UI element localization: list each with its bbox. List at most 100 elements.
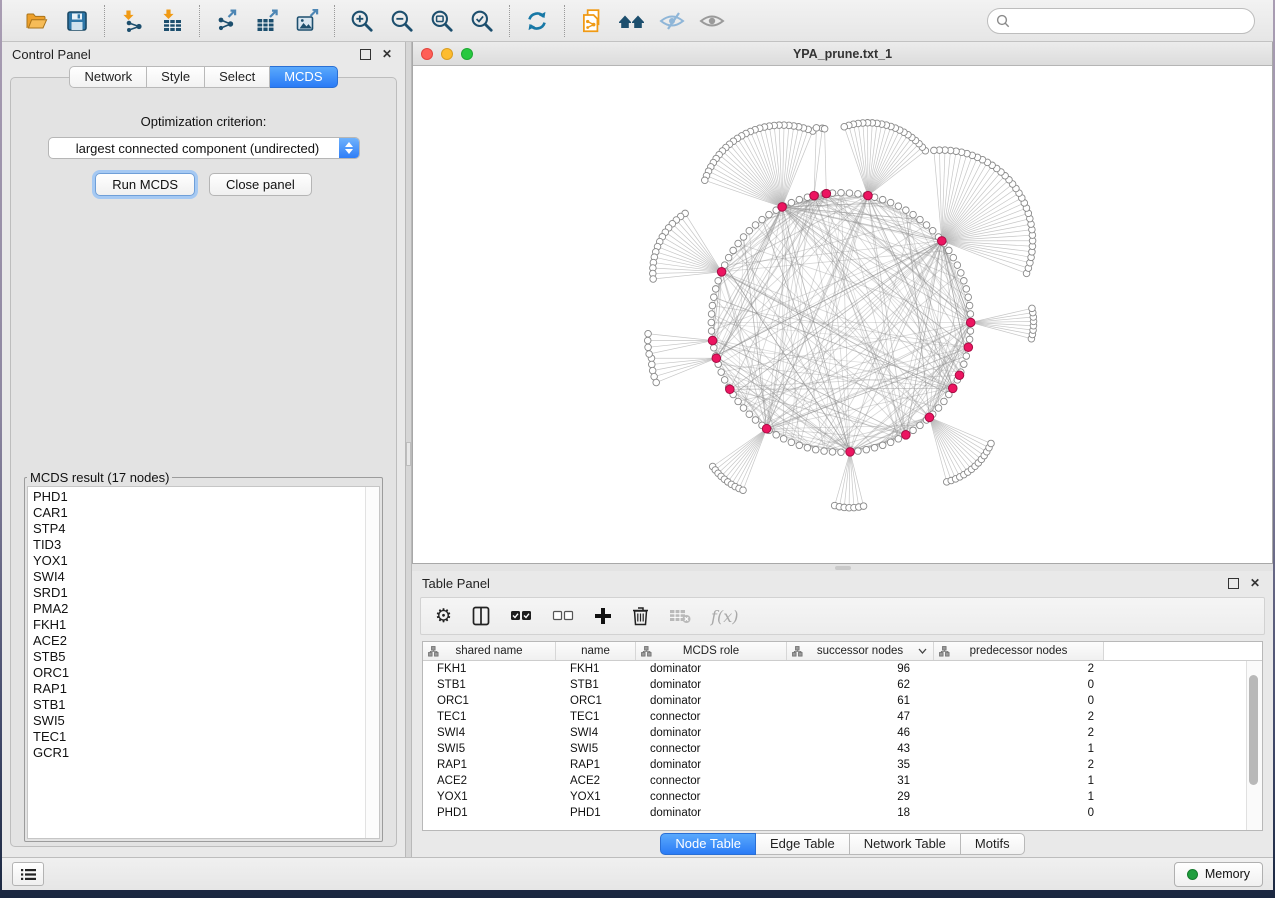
delete-column-button[interactable]	[632, 603, 649, 629]
tab-mcds[interactable]: MCDS	[270, 66, 337, 88]
scrollbar-thumb[interactable]	[1249, 675, 1258, 785]
column-header-mcds-role[interactable]: MCDS role	[636, 642, 787, 660]
cell-shared-name: TEC1	[423, 711, 556, 723]
memory-button[interactable]: Memory	[1174, 862, 1263, 887]
mcds-result-item[interactable]: STB1	[33, 697, 363, 713]
mcds-result-item[interactable]: TID3	[33, 537, 363, 553]
import-network-icon	[119, 9, 145, 33]
mcds-result-item[interactable]: PMA2	[33, 601, 363, 617]
node-table: shared name name MCDS role successor nodesp…	[422, 641, 1263, 831]
zoom-out-button[interactable]	[385, 5, 419, 37]
run-mcds-button[interactable]: Run MCDS	[95, 173, 195, 196]
control-panel-close-button[interactable]: ✕	[379, 46, 395, 62]
column-header-predecessor-nodes[interactable]: predecessor nodes	[934, 642, 1104, 660]
table-row[interactable]: ACE2ACE2connector311	[423, 773, 1262, 789]
first-neighbors-button[interactable]	[615, 5, 649, 37]
mcds-result-item[interactable]: ACE2	[33, 633, 363, 649]
table-row[interactable]: STB1STB1dominator620	[423, 677, 1262, 693]
cell-predecessor-nodes: 2	[934, 711, 1104, 723]
mcds-result-item[interactable]: GCR1	[33, 745, 363, 761]
tab-style[interactable]: Style	[147, 66, 205, 88]
table-settings-button[interactable]: ⚙	[435, 603, 452, 629]
tab-motifs[interactable]: Motifs	[961, 833, 1025, 855]
select-stepper-icon	[339, 138, 359, 158]
show-all-eye-icon	[698, 9, 726, 33]
table-row[interactable]: PHD1PHD1dominator180	[423, 805, 1262, 821]
import-table-icon	[159, 9, 185, 33]
create-column-button[interactable]	[594, 603, 612, 629]
mcds-result-scrollbar[interactable]	[365, 487, 379, 838]
zoom-in-button[interactable]	[345, 5, 379, 37]
network-window-titlebar: YPA_prune.txt_1	[413, 42, 1272, 66]
mcds-result-item[interactable]: RAP1	[33, 681, 363, 697]
node-table-body: FKH1FKH1dominator962STB1STB1dominator620…	[423, 661, 1262, 821]
list-icon	[21, 868, 36, 881]
cell-name: TEC1	[556, 711, 636, 723]
refresh-icon	[524, 8, 550, 34]
table-row[interactable]: YOX1YOX1connector291	[423, 789, 1262, 805]
column-header-shared-name[interactable]: shared name	[423, 642, 556, 660]
close-panel-button[interactable]: Close panel	[209, 173, 312, 196]
search-input[interactable]	[1015, 13, 1246, 29]
search-box[interactable]	[987, 8, 1255, 34]
show-columns-button[interactable]	[472, 603, 490, 629]
import-network-button[interactable]	[115, 5, 149, 37]
column-label: MCDS role	[683, 645, 739, 657]
show-all-button[interactable]	[695, 5, 729, 37]
mcds-result-item[interactable]: ORC1	[33, 665, 363, 681]
save-session-button[interactable]	[60, 5, 94, 37]
control-panel-float-button[interactable]	[357, 46, 373, 62]
mcds-result-item[interactable]: FKH1	[33, 617, 363, 633]
table-row[interactable]: SWI5SWI5connector431	[423, 741, 1262, 757]
table-row[interactable]: SWI4SWI4dominator462	[423, 725, 1262, 741]
mcds-result-item[interactable]: SRD1	[33, 585, 363, 601]
table-panel-titlebar: Table Panel ✕	[412, 571, 1273, 595]
clone-network-button[interactable]	[575, 5, 609, 37]
mcds-result-item[interactable]: SWI4	[33, 569, 363, 585]
tab-network[interactable]: Network	[69, 66, 147, 88]
tab-edge-table[interactable]: Edge Table	[756, 833, 850, 855]
select-all-button[interactable]	[510, 603, 532, 629]
table-panel-float-button[interactable]	[1225, 575, 1241, 591]
table-row[interactable]: ORC1ORC1dominator610	[423, 693, 1262, 709]
table-row[interactable]: RAP1RAP1dominator352	[423, 757, 1262, 773]
mcds-result-item[interactable]: TEC1	[33, 729, 363, 745]
tab-network-table[interactable]: Network Table	[850, 833, 961, 855]
status-bar: Memory	[2, 857, 1273, 890]
function-builder-button[interactable]: f(x)	[711, 603, 738, 629]
table-panel-close-button[interactable]: ✕	[1247, 575, 1263, 591]
table-row[interactable]: TEC1TEC1connector472	[423, 709, 1262, 725]
mcds-result-item[interactable]: CAR1	[33, 505, 363, 521]
export-table-button[interactable]	[250, 5, 284, 37]
tab-node-table[interactable]: Node Table	[660, 833, 756, 855]
column-header-successor-nodes[interactable]: successor nodes	[787, 642, 934, 660]
optimization-criterion-select[interactable]: largest connected component (undirected)	[48, 137, 360, 159]
mcds-result-item[interactable]: SWI5	[33, 713, 363, 729]
mcds-result-item[interactable]: PHD1	[33, 489, 363, 505]
zoom-out-icon	[389, 8, 415, 34]
task-history-button[interactable]	[12, 862, 44, 886]
hide-selected-button[interactable]	[655, 5, 689, 37]
mcds-result-item[interactable]: STB5	[33, 649, 363, 665]
cell-successor-nodes: 29	[787, 791, 934, 803]
delete-table-button[interactable]	[669, 603, 691, 629]
open-file-button[interactable]	[20, 5, 54, 37]
zoom-selected-button[interactable]	[465, 5, 499, 37]
mcds-result-item[interactable]: STP4	[33, 521, 363, 537]
cell-name: SWI5	[556, 743, 636, 755]
column-label: name	[581, 645, 610, 657]
tab-select[interactable]: Select	[205, 66, 270, 88]
horizontal-splitter[interactable]	[412, 564, 1273, 571]
export-image-button[interactable]	[290, 5, 324, 37]
zoom-fit-button[interactable]	[425, 5, 459, 37]
vertical-splitter[interactable]	[405, 42, 412, 857]
deselect-all-button[interactable]	[552, 603, 574, 629]
column-header-name[interactable]: name	[556, 642, 636, 660]
export-network-button[interactable]	[210, 5, 244, 37]
mcds-result-item[interactable]: YOX1	[33, 553, 363, 569]
table-row[interactable]: FKH1FKH1dominator962	[423, 661, 1262, 677]
network-view[interactable]	[413, 66, 1272, 563]
import-table-button[interactable]	[155, 5, 189, 37]
table-scrollbar[interactable]	[1246, 661, 1262, 830]
refresh-button[interactable]	[520, 5, 554, 37]
